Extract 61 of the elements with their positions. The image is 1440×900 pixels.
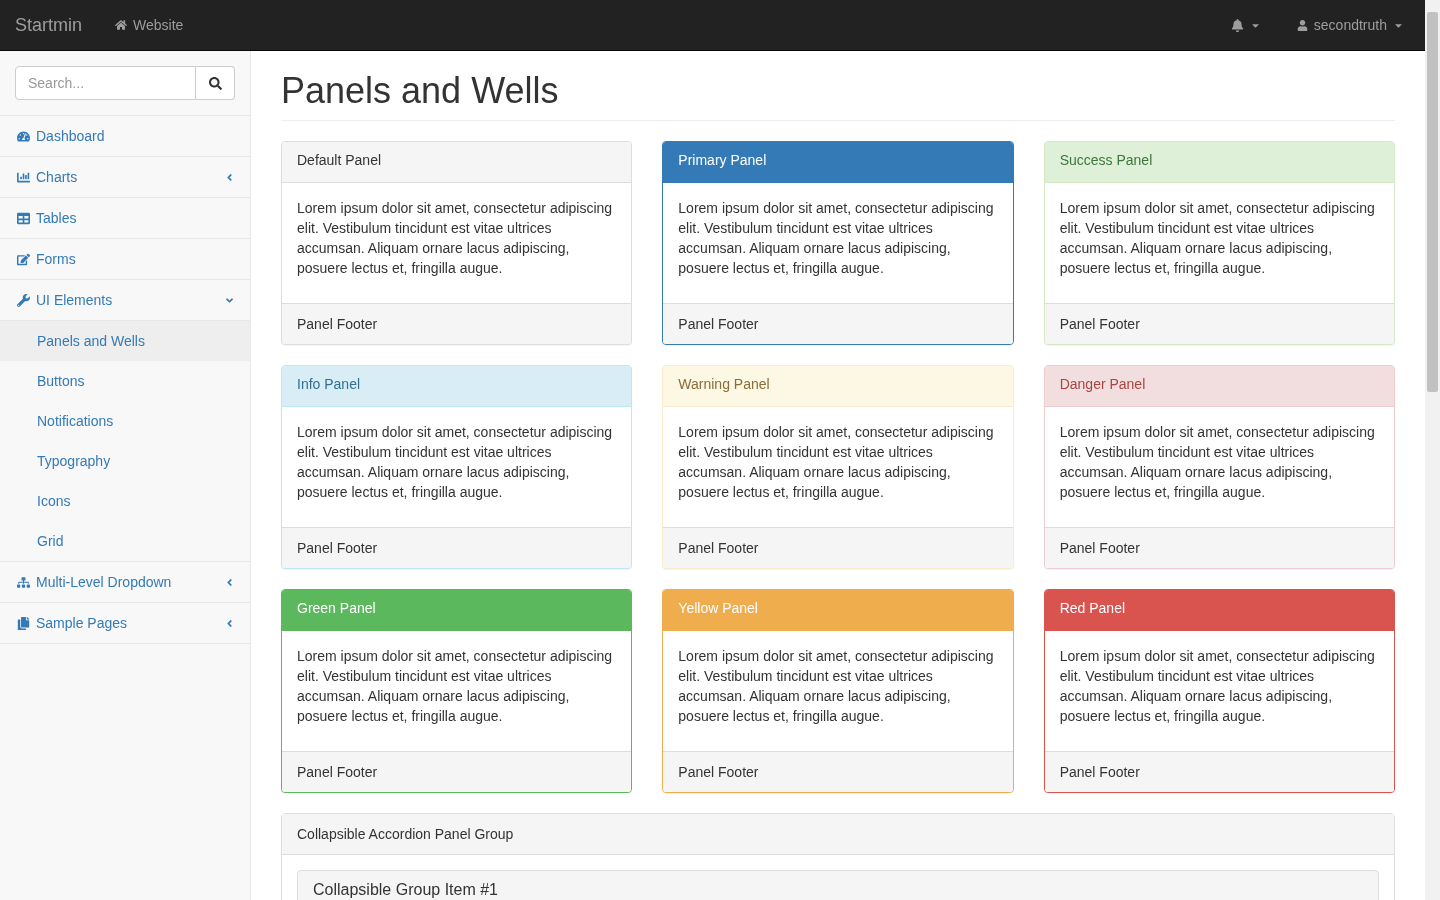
panel-footer: Panel Footer [1044, 302, 1394, 344]
panel-text: Lorem ipsum dolor sit amet, consectetur adipiscing elit. Vestibulum tincidunt est vitae ultrices accumsan. Aliquam ornare lacus adipiscing, posuere lectus et, fringilla augue. [677, 422, 995, 502]
scrollbar[interactable] [1425, 0, 1440, 900]
panel-footer: Panel Footer [663, 302, 1013, 344]
panel-footer: Panel Footer [663, 750, 1013, 792]
bell-icon [1230, 18, 1244, 32]
panel-text: Lorem ipsum dolor sit amet, consectetur adipiscing elit. Vestibulum tincidunt est vitae ultrices accumsan. Aliquam ornare lacus adipiscing, posuere lectus et, fringilla augue. [296, 198, 614, 278]
sidebar-item[interactable]: Dashboard [0, 116, 250, 157]
table-icon [17, 211, 30, 225]
bar-chart-icon [17, 170, 30, 184]
accordion-item[interactable]: Collapsible Group Item #1 [297, 869, 1379, 900]
panel-text: Lorem ipsum dolor sit amet, consectetur adipiscing elit. Vestibulum tincidunt est vitae ultrices accumsan. Aliquam ornare lacus adipiscing, posuere lectus et, fringilla augue. [1058, 198, 1376, 278]
sidebar-subitem[interactable]: Buttons [0, 361, 250, 401]
panel-text: Lorem ipsum dolor sit amet, consectetur adipiscing elit. Vestibulum tincidunt est vitae ultrices accumsan. Aliquam ornare lacus adipiscing, posuere lectus et, fringilla augue. [677, 646, 995, 726]
panel-heading: Collapsible Accordion Panel Group [282, 813, 1394, 855]
sidebar-item[interactable]: Multi-Level Dropdown [0, 562, 250, 603]
wrench-icon [17, 293, 30, 307]
dashboard-icon [17, 129, 30, 143]
search-field[interactable]: Search... [15, 66, 196, 100]
panel-heading: Yellow Panel [663, 589, 1013, 631]
panel-text: Lorem ipsum dolor sit amet, consectetur adipiscing elit. Vestibulum tincidunt est vitae ultrices accumsan. Aliquam ornare lacus adipiscing, posuere lectus et, fringilla augue. [296, 422, 614, 502]
sidebar-subitem[interactable]: Icons [0, 481, 250, 521]
copy-icon [17, 616, 30, 630]
panel-heading: Green Panel [282, 589, 632, 631]
search-icon [208, 76, 222, 90]
panel-text: Lorem ipsum dolor sit amet, consectetur adipiscing elit. Vestibulum tincidunt est vitae ultrices accumsan. Aliquam ornare lacus adipiscing, posuere lectus et, fringilla augue. [296, 646, 614, 726]
user-dropdown[interactable]: secondtruth [1296, 17, 1404, 33]
panel-text: Lorem ipsum dolor sit amet, consectetur adipiscing elit. Vestibulum tincidunt est vitae ultrices accumsan. Aliquam ornare lacus adipiscing, posuere lectus et, fringilla augue. [677, 198, 995, 278]
panel-heading: Info Panel [282, 365, 632, 407]
panel-text: Lorem ipsum dolor sit amet, consectetur adipiscing elit. Vestibulum tincidunt est vitae ultrices accumsan. Aliquam ornare lacus adipiscing, posuere lectus et, fringilla augue. [1058, 422, 1376, 502]
panel-heading: Primary Panel [663, 141, 1013, 183]
sidebar-subitem[interactable]: Notifications [0, 401, 250, 441]
panel-footer: Panel Footer [282, 526, 632, 568]
panel-text: Lorem ipsum dolor sit amet, consectetur adipiscing elit. Vestibulum tincidunt est vitae ultrices accumsan. Aliquam ornare lacus adipiscing, posuere lectus et, fringilla augue. [1058, 646, 1376, 726]
sidebar-item[interactable]: Forms [0, 239, 250, 280]
edit-icon [17, 252, 30, 266]
panel-heading: Success Panel [1044, 141, 1394, 183]
sidebar-subitem[interactable]: Panels and Wells [0, 321, 250, 361]
panel-footer: Panel Footer [1044, 750, 1394, 792]
user-icon [1296, 19, 1308, 31]
sidebar-subitem[interactable]: Typography [0, 441, 250, 481]
panel-footer: Panel Footer [282, 302, 632, 344]
sidebar-item[interactable]: Charts [0, 157, 250, 198]
home-icon [115, 19, 128, 31]
panel-heading: Default Panel [282, 141, 632, 183]
user-name: secondtruth [1313, 17, 1387, 33]
page-title: Panels and Wells [281, 71, 1395, 121]
website-link[interactable]: Website [115, 17, 184, 33]
panel-heading: Red Panel [1044, 589, 1394, 631]
sitemap-icon [17, 575, 30, 589]
panel-footer: Panel Footer [282, 750, 632, 792]
panel-footer: Panel Footer [1044, 526, 1394, 568]
panel-footer: Panel Footer [663, 526, 1013, 568]
sidebar-item[interactable]: Sample Pages [0, 603, 250, 644]
brand-link[interactable]: Startmin [15, 14, 83, 36]
sidebar-subitem[interactable]: Grid [0, 521, 250, 561]
alerts-dropdown[interactable] [1230, 18, 1261, 32]
search-button[interactable] [196, 66, 235, 100]
sidebar-item[interactable]: Tables [0, 198, 250, 239]
panel-heading: Danger Panel [1044, 365, 1394, 407]
panel-heading: Warning Panel [663, 365, 1013, 407]
